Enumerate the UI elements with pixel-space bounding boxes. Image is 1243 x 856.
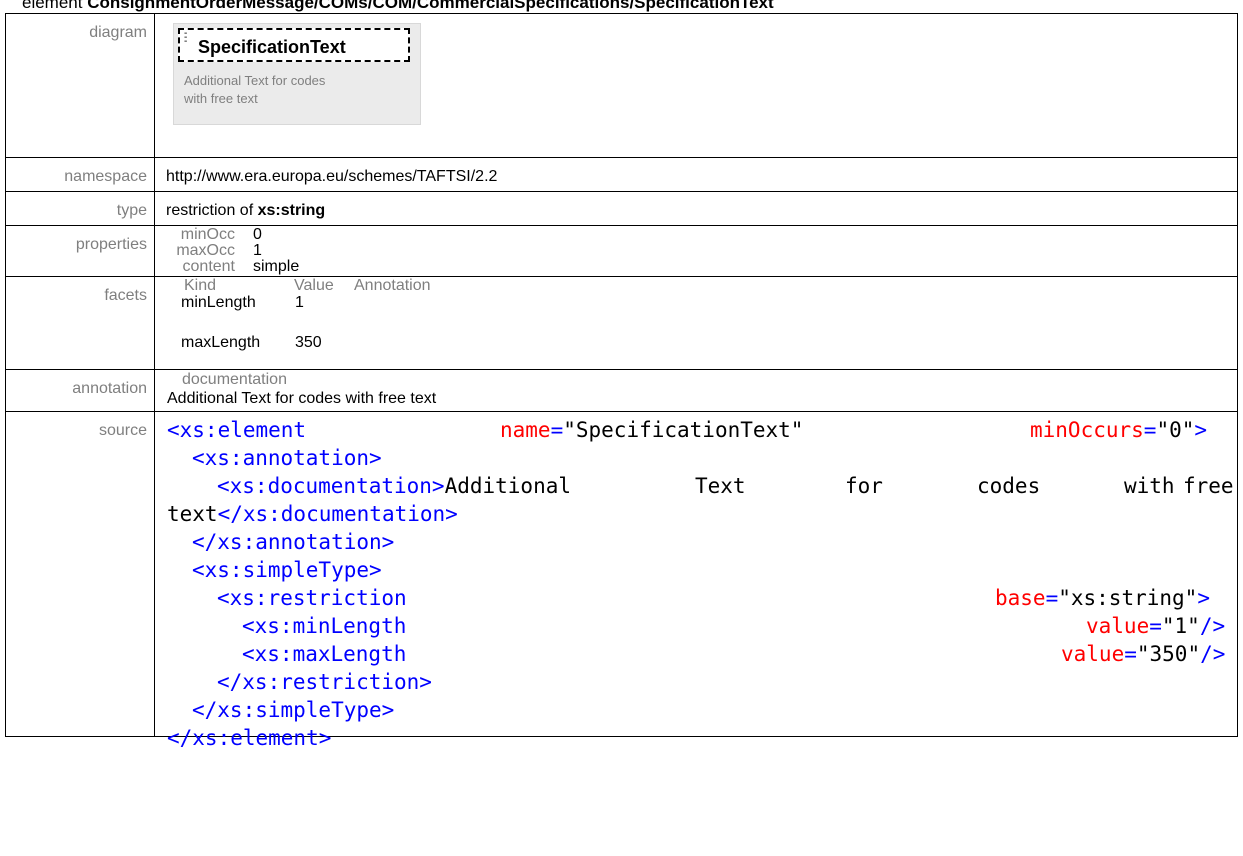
diagram-element-name: SpecificationText [198,37,346,57]
facet-kind: minLength [181,294,256,311]
annotation-cell: documentation Additional Text for codes … [154,369,1238,412]
title-prefix: element [22,0,88,12]
facets-cell: Kind Value Annotation minLength 1 maxLen… [154,276,1238,370]
annotation-label: annotation [5,369,155,412]
properties-cell: minOcc 0 maxOcc 1 content simple [154,225,1238,277]
properties-row: properties minOcc 0 maxOcc 1 content simple [5,225,1238,277]
element-doc-table: diagram --- SpecificationText Additional… [5,13,1238,750]
annotation-doc-label: documentation [182,371,287,388]
namespace-label: namespace [5,157,155,192]
source-label: source [5,411,155,737]
source-cell: <xs:element name="SpecificationText" min… [154,411,1238,750]
facets-row: facets Kind Value Annotation minLength 1… [5,276,1238,370]
diagram-row: diagram --- SpecificationText Additional… [5,13,1238,158]
properties-label: properties [5,225,155,277]
source-code: <xs:element name="SpecificationText" min… [167,418,1234,750]
page-title: element ConsignmentOrderMessage/COMs/COM… [22,0,774,12]
diagram-box: --- SpecificationText Additional Text fo… [173,23,421,125]
namespace-row: namespace http://www.era.europa.eu/schem… [5,157,1238,192]
source-row: source <xs:element name="SpecificationTe… [5,411,1238,750]
facet-value: 1 [295,294,304,311]
type-base[interactable]: xs:string [258,202,326,219]
facets-label: facets [5,276,155,370]
diagram-label: diagram [5,13,155,158]
facet-kind: maxLength [181,334,261,351]
type-value: restriction of xs:string [154,191,1238,226]
annotation-doc-text: Additional Text for codes with free text [167,390,437,407]
type-row: type restriction of xs:string [5,191,1238,226]
namespace-value: http://www.era.europa.eu/schemes/TAFTSI/… [154,157,1238,192]
type-label: type [5,191,155,226]
diagram-cell: --- SpecificationText Additional Text fo… [154,13,1238,158]
diagram-element[interactable]: --- SpecificationText [178,28,410,62]
element-lines-icon: --- [184,28,187,47]
title-path: ConsignmentOrderMessage/COMs/COM/Commerc… [87,0,774,12]
diagram-doc: Additional Text for codes with free text [184,73,326,106]
facet-value: 350 [295,334,322,351]
annotation-row: annotation documentation Additional Text… [5,369,1238,412]
